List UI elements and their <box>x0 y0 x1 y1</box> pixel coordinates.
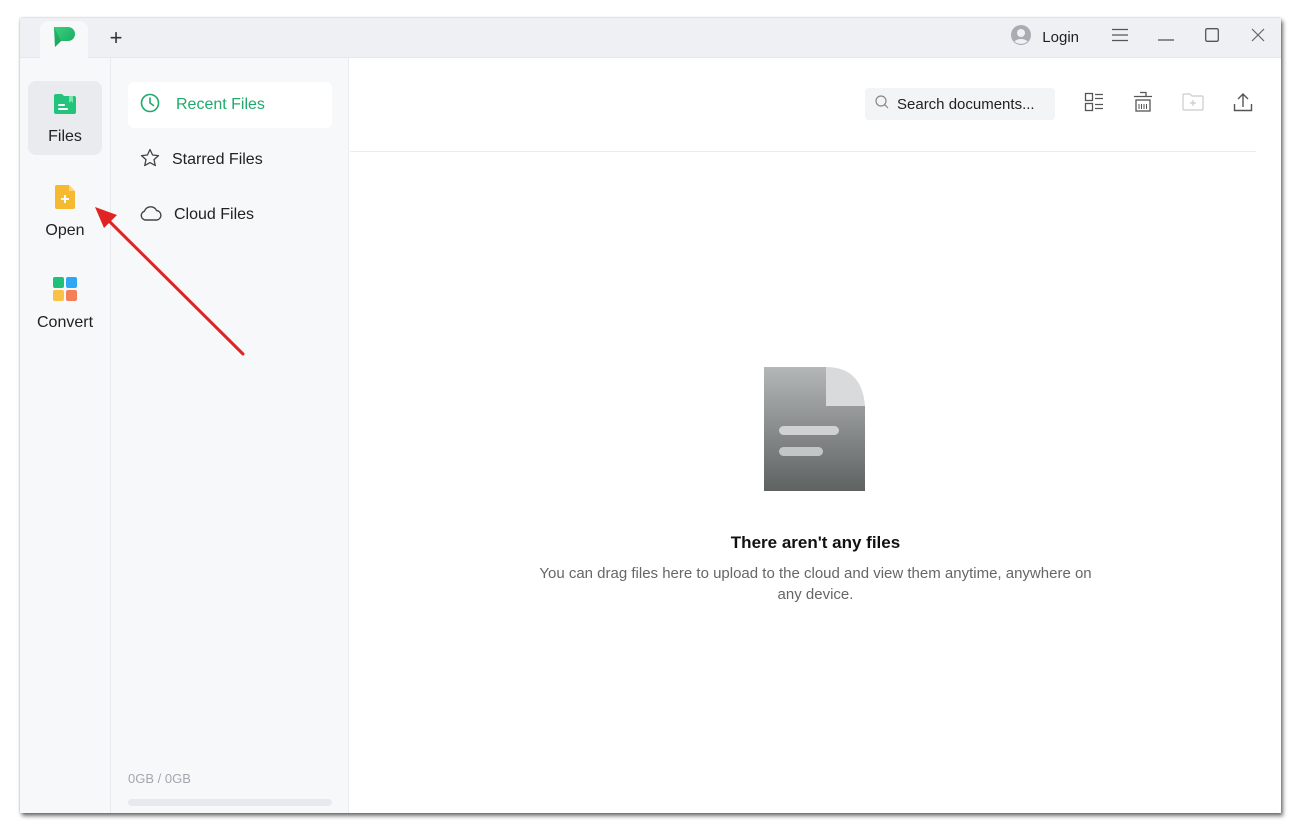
minimize-icon <box>1158 28 1174 46</box>
close-button[interactable] <box>1235 18 1281 56</box>
primary-sidebar: Files Open Convert <box>20 58 111 813</box>
nav-label-starred-files: Starred Files <box>172 151 263 168</box>
login-button[interactable]: Login <box>1010 24 1079 51</box>
file-category-panel: Recent Files Starred Files Cloud Files 0… <box>111 58 349 813</box>
rail-label-files: Files <box>48 128 82 145</box>
files-folder-icon <box>53 93 77 120</box>
nav-item-recent-files[interactable]: Recent Files <box>128 82 332 128</box>
empty-state-title: There aren't any files <box>730 533 901 552</box>
storage-usage-bar <box>128 799 332 806</box>
app-tab[interactable] <box>40 21 88 58</box>
cloud-icon <box>140 204 162 227</box>
maximize-icon <box>1205 27 1219 47</box>
minimize-button[interactable] <box>1143 18 1189 56</box>
nav-label-cloud-files: Cloud Files <box>174 206 255 223</box>
empty-document-icon <box>762 365 867 498</box>
clock-icon <box>140 93 160 118</box>
open-file-icon <box>54 185 76 214</box>
storage-usage-text: 0GB / 0GB <box>128 771 191 786</box>
menu-icon <box>1111 28 1129 47</box>
empty-state-description: You can drag files here to upload to the… <box>539 565 1092 603</box>
main-content: There aren't any files You can drag file… <box>350 58 1281 813</box>
login-label: Login <box>1042 28 1079 46</box>
empty-state: There aren't any files You can drag file… <box>350 58 1281 813</box>
new-tab-button[interactable]: + <box>104 26 128 50</box>
rail-label-convert: Convert <box>36 314 94 331</box>
close-icon <box>1251 28 1265 47</box>
maximize-button[interactable] <box>1189 18 1235 56</box>
rail-item-convert[interactable]: Convert <box>28 265 102 339</box>
nav-label-recent-files: Recent Files <box>176 96 265 113</box>
star-icon <box>140 148 160 173</box>
rail-item-files[interactable]: Files <box>28 81 102 155</box>
app-window: + Login Files Open Convert Recent Files … <box>20 18 1281 813</box>
user-avatar-icon <box>1010 24 1032 51</box>
title-bar: + Login <box>20 18 1281 58</box>
app-logo-icon <box>52 26 76 53</box>
nav-item-starred-files[interactable]: Starred Files <box>128 137 332 183</box>
convert-grid-icon <box>53 277 77 306</box>
rail-label-open: Open <box>45 222 85 239</box>
menu-button[interactable] <box>1097 18 1143 56</box>
rail-item-open[interactable]: Open <box>28 173 102 247</box>
nav-item-cloud-files[interactable]: Cloud Files <box>128 192 332 238</box>
